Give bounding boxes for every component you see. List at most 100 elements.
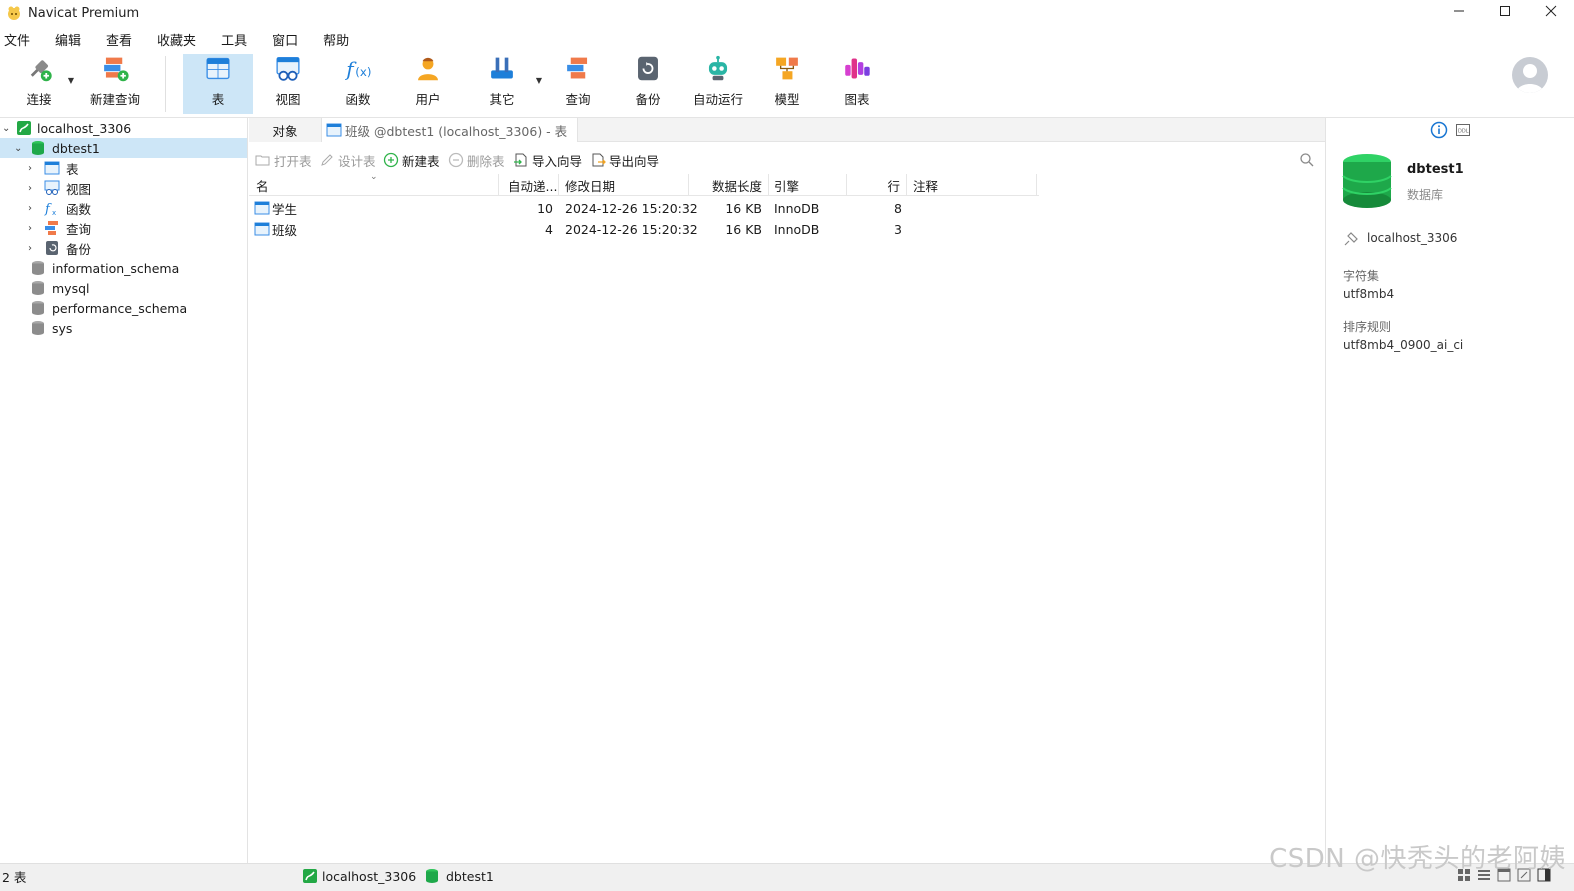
query-button[interactable]: 查询 — [548, 54, 608, 114]
close-button[interactable] — [1528, 0, 1574, 22]
info-collation-value: utf8mb4_0900_ai_ci — [1343, 338, 1464, 352]
ddl-icon[interactable]: DDL — [1455, 122, 1471, 138]
header-comment[interactable]: 注释 — [907, 174, 1037, 196]
table-row[interactable]: 学生 10 2024-12-26 15:20:32 16 KB InnoDB 8 — [249, 198, 1039, 218]
chevron-down-icon[interactable]: ⌄ — [14, 143, 22, 154]
info-icon[interactable] — [1430, 121, 1448, 139]
open-table-button[interactable]: 打开表 — [255, 151, 312, 170]
menu-tools[interactable]: 工具 — [217, 30, 259, 49]
tree-db-mysql[interactable]: mysql — [0, 278, 247, 298]
header-name[interactable]: 名 ⌄ — [249, 172, 499, 196]
svg-text:DDL: DDL — [1458, 129, 1469, 135]
tree-item-backups[interactable]: › 备份 — [0, 238, 247, 258]
other-label: 其它 — [489, 92, 515, 107]
connection-icon — [303, 869, 317, 883]
chevron-right-icon[interactable]: › — [28, 243, 32, 254]
export-icon — [592, 153, 606, 167]
header-rows[interactable]: 行 — [847, 174, 907, 196]
query-icon — [45, 221, 58, 235]
maximize-button[interactable] — [1482, 0, 1528, 22]
menu-edit[interactable]: 编辑 — [51, 30, 93, 49]
header-data-length[interactable]: 数据长度 — [689, 174, 769, 196]
tree-item-queries[interactable]: › 查询 — [0, 218, 247, 238]
row-name-cell: 班级 — [254, 219, 297, 239]
user-button[interactable]: 用户 — [398, 54, 458, 114]
chevron-down-icon[interactable]: ⌄ — [2, 123, 10, 134]
user-label: 用户 — [415, 92, 441, 107]
delete-table-label: 删除表 — [467, 153, 505, 169]
info-charset-value: utf8mb4 — [1343, 287, 1395, 301]
new-query-button[interactable]: 新建查询 — [88, 54, 142, 114]
menu-file[interactable]: 文件 — [0, 30, 42, 49]
other-dropdown-icon[interactable]: ▼ — [536, 76, 542, 85]
header-name-label: 名 — [256, 178, 269, 194]
function-label: 函数 — [345, 92, 371, 107]
new-table-button[interactable]: 新建表 — [383, 151, 440, 170]
tree-item-label: 表 — [66, 161, 79, 177]
row-data-length: 16 KB — [725, 200, 762, 216]
tree-db-information-schema[interactable]: information_schema — [0, 258, 247, 278]
tree-db-sys[interactable]: sys — [0, 318, 247, 338]
chart-button[interactable]: 图表 — [827, 54, 887, 114]
query-icon — [567, 57, 588, 79]
table-button[interactable]: 表 — [183, 54, 253, 114]
chevron-right-icon[interactable]: › — [28, 223, 32, 234]
header-modified[interactable]: 修改日期 — [559, 174, 689, 196]
search-icon[interactable] — [1299, 152, 1315, 168]
menu-window[interactable]: 窗口 — [268, 30, 310, 49]
header-engine[interactable]: 引擎 — [769, 174, 847, 196]
connect-button[interactable]: 连接 ▼ — [14, 54, 74, 114]
sort-indicator-icon: ⌄ — [370, 172, 378, 182]
header-auto-inc[interactable]: 自动递... — [499, 174, 559, 196]
row-modified: 2024-12-26 15:20:32 — [565, 221, 698, 237]
tree-item-functions[interactable]: › fx 函数 — [0, 198, 247, 218]
backup-button[interactable]: 备份 — [618, 54, 678, 114]
database-icon — [32, 141, 44, 155]
backup-icon — [638, 56, 658, 81]
tree-connection[interactable]: ⌄ localhost_3306 — [0, 118, 247, 138]
info-db-type: 数据库 — [1407, 188, 1444, 202]
svg-text:(x): (x) — [355, 65, 371, 79]
user-avatar[interactable] — [1512, 57, 1548, 93]
connect-dropdown-icon[interactable]: ▼ — [68, 76, 74, 85]
menu-view[interactable]: 查看 — [102, 30, 144, 49]
chevron-right-icon[interactable]: › — [28, 163, 32, 174]
tree-db-performance-schema[interactable]: performance_schema — [0, 298, 247, 318]
tab-objects[interactable]: 对象 — [249, 118, 321, 142]
chart-icon — [845, 58, 870, 79]
database-icon — [32, 261, 44, 275]
row-name: 学生 — [272, 201, 298, 217]
design-table-button[interactable]: 设计表 — [319, 151, 376, 170]
view-button[interactable]: 视图 — [258, 54, 318, 114]
chevron-right-icon[interactable]: › — [28, 203, 32, 214]
tree-item-label: 备份 — [66, 241, 92, 257]
row-engine: InnoDB — [774, 200, 820, 216]
tree-item-views[interactable]: › 视图 — [0, 178, 247, 198]
view-label: 视图 — [275, 92, 301, 107]
menu-favorites[interactable]: 收藏夹 — [153, 30, 208, 49]
export-wizard-button[interactable]: 导出向导 — [590, 151, 659, 170]
import-wizard-button[interactable]: 导入向导 — [513, 151, 582, 170]
model-button[interactable]: 模型 — [757, 54, 817, 114]
delete-table-button[interactable]: 删除表 — [448, 151, 505, 170]
database-large-icon — [1342, 154, 1392, 208]
minimize-icon — [1454, 10, 1464, 12]
minimize-button[interactable] — [1436, 0, 1482, 22]
automation-button[interactable]: 自动运行 — [688, 54, 748, 114]
menu-help[interactable]: 帮助 — [319, 30, 361, 49]
toolbar-separator — [165, 56, 166, 112]
tree-item-tables[interactable]: › 表 — [0, 158, 247, 178]
tab-current-table[interactable]: 班级 @dbtest1 (localhost_3306) - 表 — [321, 118, 579, 142]
table-row[interactable]: 班级 4 2024-12-26 15:20:32 16 KB InnoDB 3 — [249, 219, 1039, 239]
chevron-right-icon[interactable]: › — [28, 183, 32, 194]
function-button[interactable]: f (x) 函数 — [328, 54, 388, 114]
tree-database-selected[interactable]: ⌄ dbtest1 — [0, 138, 247, 158]
other-button[interactable]: 其它 ▼ — [472, 54, 542, 114]
connect-label: 连接 — [26, 92, 52, 107]
maximize-icon — [1500, 6, 1510, 16]
tools-icon — [491, 57, 513, 79]
table-icon — [326, 123, 342, 137]
row-auto-inc: 10 — [537, 200, 553, 216]
model-label: 模型 — [774, 92, 800, 107]
chart-label: 图表 — [844, 92, 870, 107]
